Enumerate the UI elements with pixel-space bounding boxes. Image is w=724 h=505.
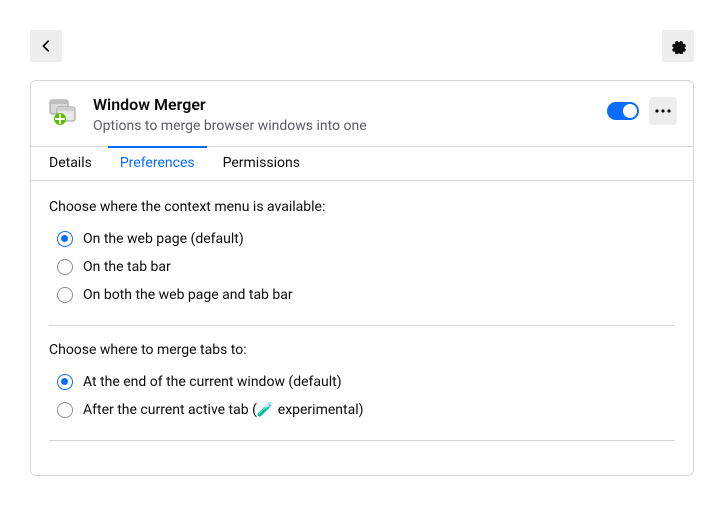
radio-label: On the web page (default)	[83, 231, 244, 247]
extension-icon	[47, 97, 81, 131]
chevron-left-icon	[39, 39, 53, 53]
extension-subtitle: Options to merge browser windows into on…	[93, 118, 595, 134]
extension-card: Window Merger Options to merge browser w…	[30, 80, 694, 476]
more-button[interactable]	[649, 97, 677, 125]
gear-icon	[670, 38, 686, 54]
test-tube-icon: 🧪	[257, 402, 274, 418]
section-divider	[49, 325, 675, 326]
radio-context-webpage[interactable]: On the web page (default)	[49, 225, 675, 253]
radio-label: On both the web page and tab bar	[83, 287, 293, 303]
card-header: Window Merger Options to merge browser w…	[31, 81, 693, 146]
tab-permissions[interactable]: Permissions	[209, 147, 314, 180]
radio-icon	[57, 259, 73, 275]
ellipsis-icon	[655, 109, 671, 113]
section-divider	[49, 440, 675, 441]
tabs: Details Preferences Permissions	[31, 146, 693, 181]
radio-merge-after-active[interactable]: After the current active tab (🧪 experime…	[49, 396, 675, 424]
tab-details[interactable]: Details	[35, 147, 106, 180]
radio-icon	[57, 287, 73, 303]
radio-context-both[interactable]: On both the web page and tab bar	[49, 281, 675, 309]
radio-label: After the current active tab (🧪 experime…	[83, 402, 363, 418]
back-button[interactable]	[30, 30, 62, 62]
preferences-content: Choose where the context menu is availab…	[31, 181, 693, 475]
radio-context-tabbar[interactable]: On the tab bar	[49, 253, 675, 281]
merge-to-label: Choose where to merge tabs to:	[49, 342, 675, 358]
radio-label: On the tab bar	[83, 259, 171, 275]
radio-icon	[57, 374, 73, 390]
radio-label: At the end of the current window (defaul…	[83, 374, 342, 390]
radio-icon	[57, 402, 73, 418]
context-menu-label: Choose where the context menu is availab…	[49, 199, 675, 215]
extension-title: Window Merger	[93, 95, 595, 116]
radio-icon	[57, 231, 73, 247]
tab-preferences[interactable]: Preferences	[106, 147, 209, 180]
enable-toggle[interactable]	[607, 102, 639, 120]
settings-button[interactable]	[662, 30, 694, 62]
radio-merge-end[interactable]: At the end of the current window (defaul…	[49, 368, 675, 396]
